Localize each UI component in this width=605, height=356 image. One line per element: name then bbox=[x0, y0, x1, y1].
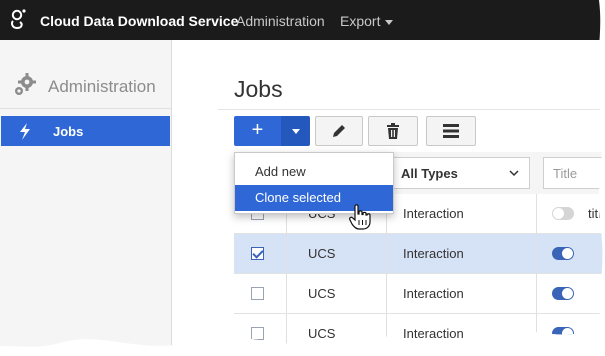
divider bbox=[386, 274, 387, 314]
divider bbox=[536, 234, 537, 274]
delete-button[interactable] bbox=[368, 116, 418, 146]
row-checkbox[interactable] bbox=[251, 327, 264, 340]
app-brand-title[interactable]: Cloud Data Download Service bbox=[40, 13, 238, 29]
row-checkbox[interactable] bbox=[251, 247, 264, 260]
row-source: UCS bbox=[308, 246, 336, 261]
divider bbox=[286, 314, 287, 354]
bolt-icon bbox=[18, 123, 32, 140]
menu-item-add-new[interactable]: Add new bbox=[235, 159, 393, 185]
row-type: Interaction bbox=[403, 246, 464, 261]
divider bbox=[536, 194, 537, 234]
page-title: Jobs bbox=[234, 76, 283, 102]
plus-icon: + bbox=[251, 119, 264, 141]
trash-icon bbox=[386, 123, 400, 139]
row-source: UCS bbox=[308, 286, 336, 301]
title-filter-placeholder: Title bbox=[553, 166, 578, 181]
table-row[interactable]: UCS Interaction bbox=[234, 234, 605, 274]
row-enabled-toggle[interactable] bbox=[552, 327, 574, 340]
row-enabled-toggle[interactable] bbox=[552, 287, 574, 300]
sidebar-header: Administration bbox=[0, 40, 171, 109]
hand-cursor-icon bbox=[349, 204, 371, 230]
nav-administration-link[interactable]: Administration bbox=[236, 13, 325, 29]
genesys-logo-icon bbox=[9, 8, 29, 32]
toggle-knob bbox=[562, 248, 573, 259]
toggle-knob bbox=[553, 208, 564, 219]
gear-icon bbox=[12, 72, 38, 98]
nav-export-label: Export bbox=[340, 13, 381, 29]
caret-down-icon bbox=[385, 20, 393, 25]
type-filter-value: All Types bbox=[401, 166, 458, 181]
divider bbox=[286, 234, 287, 274]
divider bbox=[218, 109, 605, 110]
row-enabled-toggle[interactable] bbox=[552, 247, 574, 260]
row-checkbox[interactable] bbox=[251, 287, 264, 300]
type-filter-select[interactable]: All Types bbox=[392, 157, 530, 189]
divider bbox=[386, 234, 387, 274]
table-row[interactable]: UCS Interaction bbox=[234, 274, 605, 314]
toggle-knob bbox=[562, 288, 573, 299]
row-title: titl bbox=[588, 206, 601, 221]
row-type: Interaction bbox=[403, 326, 464, 341]
sidebar-item-jobs[interactable]: Jobs bbox=[1, 116, 170, 146]
row-type: Interaction bbox=[403, 286, 464, 301]
toggle-knob bbox=[562, 328, 573, 339]
row-enabled-toggle[interactable] bbox=[552, 207, 574, 220]
chevron-down-icon bbox=[509, 168, 519, 178]
sidebar-title: Administration bbox=[48, 77, 156, 96]
columns-button[interactable] bbox=[426, 116, 476, 146]
sidebar-item-label: Jobs bbox=[53, 124, 84, 139]
divider bbox=[286, 274, 287, 314]
divider bbox=[536, 314, 537, 354]
divider bbox=[386, 314, 387, 354]
row-source: UCS bbox=[308, 326, 336, 341]
sidebar: Administration Jobs bbox=[0, 40, 172, 356]
top-navbar: Cloud Data Download Service Administrati… bbox=[0, 0, 605, 40]
pencil-icon bbox=[331, 123, 347, 139]
row-type: Interaction bbox=[403, 206, 464, 221]
add-button[interactable]: + bbox=[234, 116, 281, 146]
table-row[interactable]: UCS Interaction bbox=[234, 314, 605, 354]
caret-down-icon bbox=[292, 129, 300, 134]
divider bbox=[536, 274, 537, 314]
nav-export-dropdown[interactable]: Export bbox=[340, 13, 393, 29]
app-frame: Cloud Data Download Service Administrati… bbox=[0, 0, 605, 356]
edit-button[interactable] bbox=[315, 116, 363, 146]
title-filter-input[interactable]: Title bbox=[543, 157, 605, 189]
add-dropdown-toggle[interactable] bbox=[281, 116, 310, 146]
columns-icon bbox=[443, 124, 459, 138]
